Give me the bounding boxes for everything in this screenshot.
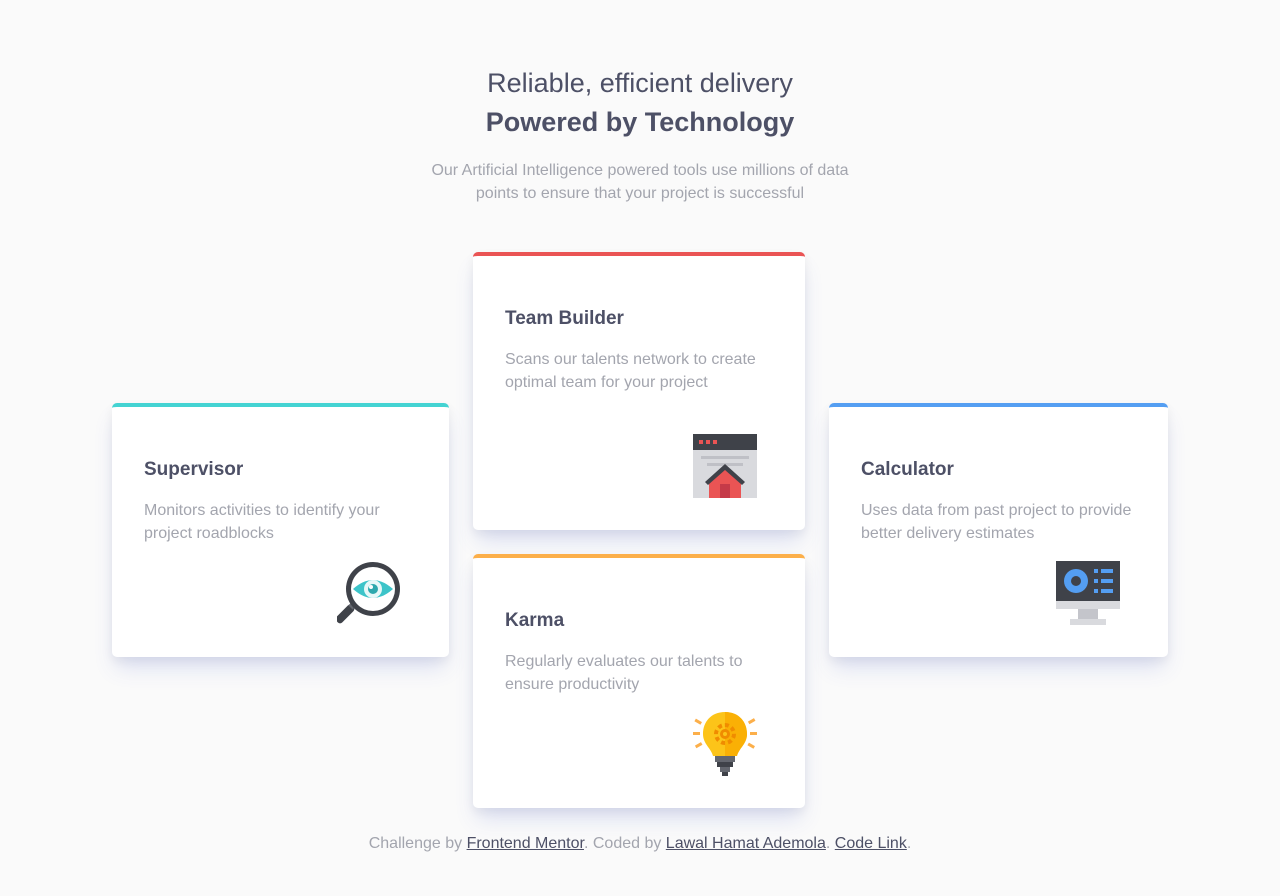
card-title: Supervisor — [144, 459, 244, 480]
card-title: Calculator — [861, 459, 954, 480]
attribution-footer: Challenge by Frontend Mentor. Coded by L… — [0, 832, 1280, 855]
author-link[interactable]: Lawal Hamat Ademola — [666, 835, 826, 852]
card-title: Karma — [505, 610, 565, 631]
card-description: Monitors activities to identify your pro… — [144, 502, 380, 542]
card-supervisor: Supervisor Monitors activities to identi… — [112, 403, 449, 657]
attribution-separator: . — [825, 835, 835, 852]
card-team-builder: Team Builder Scans our talents network t… — [473, 252, 805, 530]
attribution-middle: . Coded by — [583, 835, 666, 852]
attribution-suffix: . — [906, 835, 912, 852]
lightbulb-icon — [693, 712, 757, 776]
monitor-dashboard-icon — [1056, 561, 1120, 625]
page-title: Powered by Technology — [485, 107, 795, 137]
browser-house-icon — [693, 434, 757, 498]
code-link[interactable]: Code Link — [835, 835, 907, 852]
card-description: Regularly evaluates our talents to ensur… — [505, 653, 743, 693]
card-calculator: Calculator Uses data from past project t… — [829, 403, 1168, 657]
card-title: Team Builder — [505, 308, 624, 329]
page-header: Reliable, efficient delivery Powered by … — [0, 60, 1280, 205]
card-karma: Karma Regularly evaluates our talents to… — [473, 554, 805, 808]
frontend-mentor-link[interactable]: Frontend Mentor — [467, 835, 584, 852]
card-description: Scans our talents network to create opti… — [505, 351, 756, 391]
card-description: Uses data from past project to provide b… — [861, 502, 1132, 542]
page-description: Our Artificial Intelligence powered tool… — [431, 162, 849, 202]
page: Reliable, efficient delivery Powered by … — [0, 0, 1280, 896]
magnifier-eye-icon — [337, 562, 400, 624]
attribution-prefix: Challenge by — [368, 835, 467, 852]
